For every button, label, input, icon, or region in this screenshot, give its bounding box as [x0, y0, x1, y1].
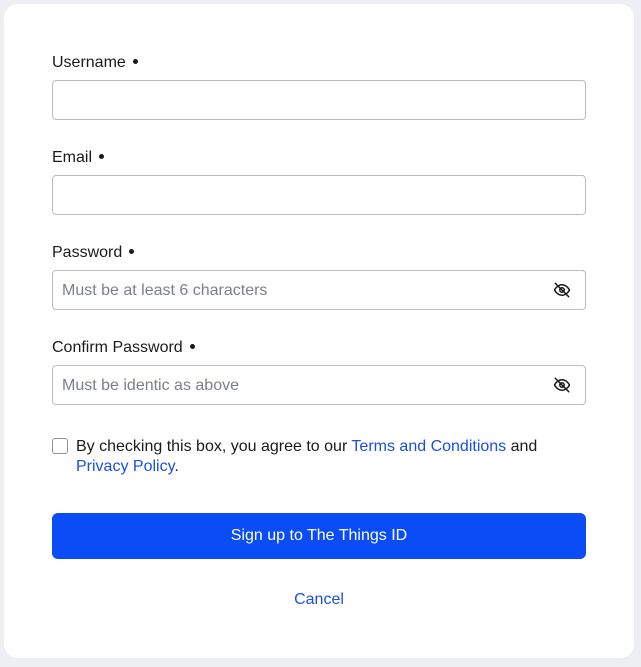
email-label-text: Email — [52, 149, 93, 166]
cancel-link[interactable]: Cancel — [52, 590, 586, 610]
username-field[interactable] — [52, 80, 586, 120]
terms-link[interactable]: Terms and Conditions — [351, 438, 506, 455]
confirm-password-placeholder: Must be identic as above — [62, 377, 239, 394]
username-label-text: Username — [52, 54, 126, 71]
required-indicator — [132, 59, 138, 65]
eye-off-icon[interactable] — [553, 376, 571, 394]
password-placeholder: Must be at least 6 characters — [62, 282, 268, 299]
signup-card: Username Email Password Must be at least… — [4, 4, 634, 658]
privacy-link[interactable]: Privacy Policy — [76, 458, 174, 475]
consent-text: By checking this box, you agree to our T… — [76, 437, 576, 477]
required-indicator — [189, 344, 195, 350]
required-indicator — [99, 154, 105, 160]
terms-checkbox[interactable] — [52, 438, 68, 454]
email-field[interactable] — [52, 175, 586, 215]
consent-text-after: . — [174, 458, 179, 475]
consent-text-before: By checking this box, you agree to our — [76, 438, 352, 455]
confirm-password-label: Confirm Password — [52, 338, 195, 358]
signup-button[interactable]: Sign up to The Things ID — [52, 513, 586, 559]
email-label: Email — [52, 148, 105, 168]
password-label: Password — [52, 243, 135, 263]
consent-text-middle: and — [506, 438, 538, 455]
eye-off-icon[interactable] — [553, 281, 571, 299]
username-label: Username — [52, 53, 138, 73]
confirm-password-label-text: Confirm Password — [52, 339, 183, 356]
password-field[interactable]: Must be at least 6 characters — [52, 270, 586, 310]
required-indicator — [129, 249, 135, 255]
confirm-password-field[interactable]: Must be identic as above — [52, 365, 586, 405]
password-label-text: Password — [52, 244, 123, 261]
